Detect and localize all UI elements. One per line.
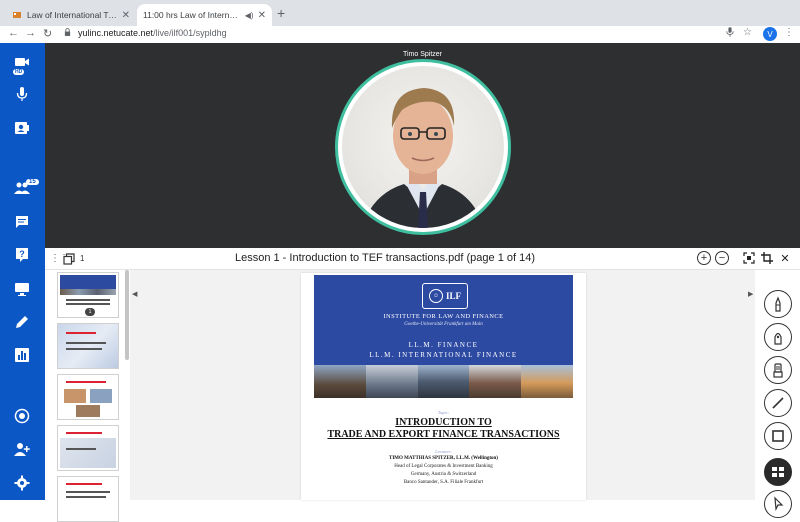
url-path: /live/ilf001/sypldhg <box>153 28 227 38</box>
thumbnail-page-4[interactable] <box>57 425 119 471</box>
lecturer-region: Germany, Austria & Switzerland <box>410 472 477 477</box>
next-page-icon[interactable]: ▶ <box>748 290 753 298</box>
hd-badge: HD <box>13 69 25 75</box>
add-user-icon[interactable] <box>13 440 31 458</box>
program-line-2: LL.M. INTERNATIONAL FINANCE <box>369 351 518 359</box>
page-thumbnails: 1 <box>45 270 130 522</box>
thumbnail-page-5[interactable] <box>57 476 119 522</box>
thumbnail-page-2[interactable] <box>57 323 119 369</box>
presenter-name: Timo Spitzer <box>402 51 443 58</box>
previous-page-icon[interactable]: ◀ <box>132 290 137 298</box>
new-tab-button[interactable]: + <box>277 5 285 21</box>
layout-grid-button[interactable] <box>764 458 792 486</box>
svg-text:?: ? <box>19 249 25 259</box>
crop-icon[interactable] <box>761 252 773 264</box>
fit-page-icon[interactable] <box>743 252 755 264</box>
settings-gear-icon[interactable] <box>13 474 31 492</box>
screen-share-icon[interactable] <box>13 280 31 298</box>
poll-chart-icon[interactable] <box>13 346 31 364</box>
bookmark-star-icon[interactable]: ☆ <box>743 27 752 38</box>
browser-tab-1[interactable]: Law of International Trade and ✕ <box>6 4 136 26</box>
url-host: yulinc.netucate.net <box>78 28 154 38</box>
reload-icon[interactable]: ↻ <box>43 27 52 40</box>
presenter-avatar <box>335 59 511 235</box>
pointer-tool-icon[interactable] <box>764 490 792 518</box>
tab-title: Law of International Trade and <box>27 10 118 20</box>
thumbnail-page-3[interactable] <box>57 374 119 420</box>
contact-card-icon[interactable] <box>13 119 31 137</box>
tab-audio-icon[interactable]: ◀) <box>245 11 254 20</box>
zoom-in-button[interactable]: + <box>697 251 711 265</box>
university-name: Goethe-Universität Frankfurt am Main <box>404 322 483 327</box>
browser-tab-2[interactable]: 11:00 hrs Law of Internation ◀) ✕ <box>137 4 272 26</box>
logo-text: ILF <box>445 291 461 301</box>
lock-icon <box>64 28 72 38</box>
pen-tool-icon[interactable] <box>764 290 792 318</box>
current-page-badge: 1 <box>85 308 95 316</box>
question-icon[interactable]: ? <box>13 246 31 264</box>
browser-tab-strip: Law of International Trade and ✕ 11:00 h… <box>0 0 800 26</box>
presenter-video-area: Timo Spitzer <box>45 43 800 248</box>
url-field[interactable]: yulinc.netucate.net/live/ilf001/sypldhg <box>64 28 227 38</box>
annotation-toolbar <box>757 270 800 518</box>
document-viewer-toolbar: ⋮⋮ 1 Lesson 1 - Introduction to TEF tran… <box>45 248 800 270</box>
menu-kebab-icon[interactable]: ⋮ <box>784 27 794 38</box>
close-viewer-icon[interactable]: ✕ <box>779 252 791 265</box>
chat-icon[interactable] <box>13 213 31 231</box>
line-tool-icon[interactable] <box>764 389 792 417</box>
seal-icon: ☺ <box>428 289 443 303</box>
lecturer-name: TIMO MATTHIAS SPITZER, LL.M. (Wellington… <box>389 456 498 461</box>
back-icon[interactable]: ← <box>8 27 19 39</box>
tab-close-icon[interactable]: ✕ <box>122 10 130 21</box>
slide-title-line-1: INTRODUCTION TO <box>395 417 492 428</box>
microphone-icon[interactable] <box>13 85 31 103</box>
forward-icon[interactable]: → <box>25 27 36 39</box>
profile-avatar[interactable]: V <box>763 27 777 41</box>
institute-name: INSTITUTE FOR LAW AND FINANCE <box>383 313 504 320</box>
thumbnails-scrollbar[interactable] <box>125 270 129 360</box>
lecturer-role: Head of Legal Corporates & Investment Ba… <box>394 464 493 469</box>
microphone-icon[interactable] <box>726 27 734 40</box>
pencil-icon[interactable] <box>13 313 31 331</box>
participants-count-badge: 15 <box>26 179 39 185</box>
thumbnail-page-1[interactable]: 1 <box>57 272 119 318</box>
document-title: Lesson 1 - Introduction to TEF transacti… <box>234 252 536 264</box>
slide-title-line-2: TRADE AND EXPORT FINANCE TRANSACTIONS <box>327 429 560 440</box>
tab-title: 11:00 hrs Law of Internation <box>143 10 241 20</box>
address-bar-row: ← → ↻ yulinc.netucate.net/live/ilf001/sy… <box>0 26 800 43</box>
slide-banner: ☺ ILF INSTITUTE FOR LAW AND FINANCE Goet… <box>314 275 573 365</box>
tab-favicon-icon <box>12 10 22 20</box>
record-icon[interactable] <box>13 407 31 425</box>
highlighter-tool-icon[interactable] <box>764 356 792 384</box>
photo-strip <box>314 365 573 398</box>
presenter-photo <box>342 66 504 228</box>
brush-tool-icon[interactable] <box>764 323 792 351</box>
program-line-1: LL.M. FINANCE <box>408 341 479 349</box>
rectangle-tool-icon[interactable] <box>764 422 792 450</box>
ilf-logo: ☺ ILF <box>422 283 468 309</box>
conference-sidebar: HD 15 ? <box>0 43 45 500</box>
lecturer-label: Lecturer: <box>435 449 452 454</box>
zoom-out-button[interactable]: − <box>715 251 729 265</box>
lecturer-company: Banco Santander, S.A. Filiale Frankfurt <box>403 480 484 485</box>
topic-label: Topic: <box>437 410 450 415</box>
tab-close-icon[interactable]: ✕ <box>258 10 266 21</box>
slide-page: ☺ ILF INSTITUTE FOR LAW AND FINANCE Goet… <box>301 273 586 500</box>
